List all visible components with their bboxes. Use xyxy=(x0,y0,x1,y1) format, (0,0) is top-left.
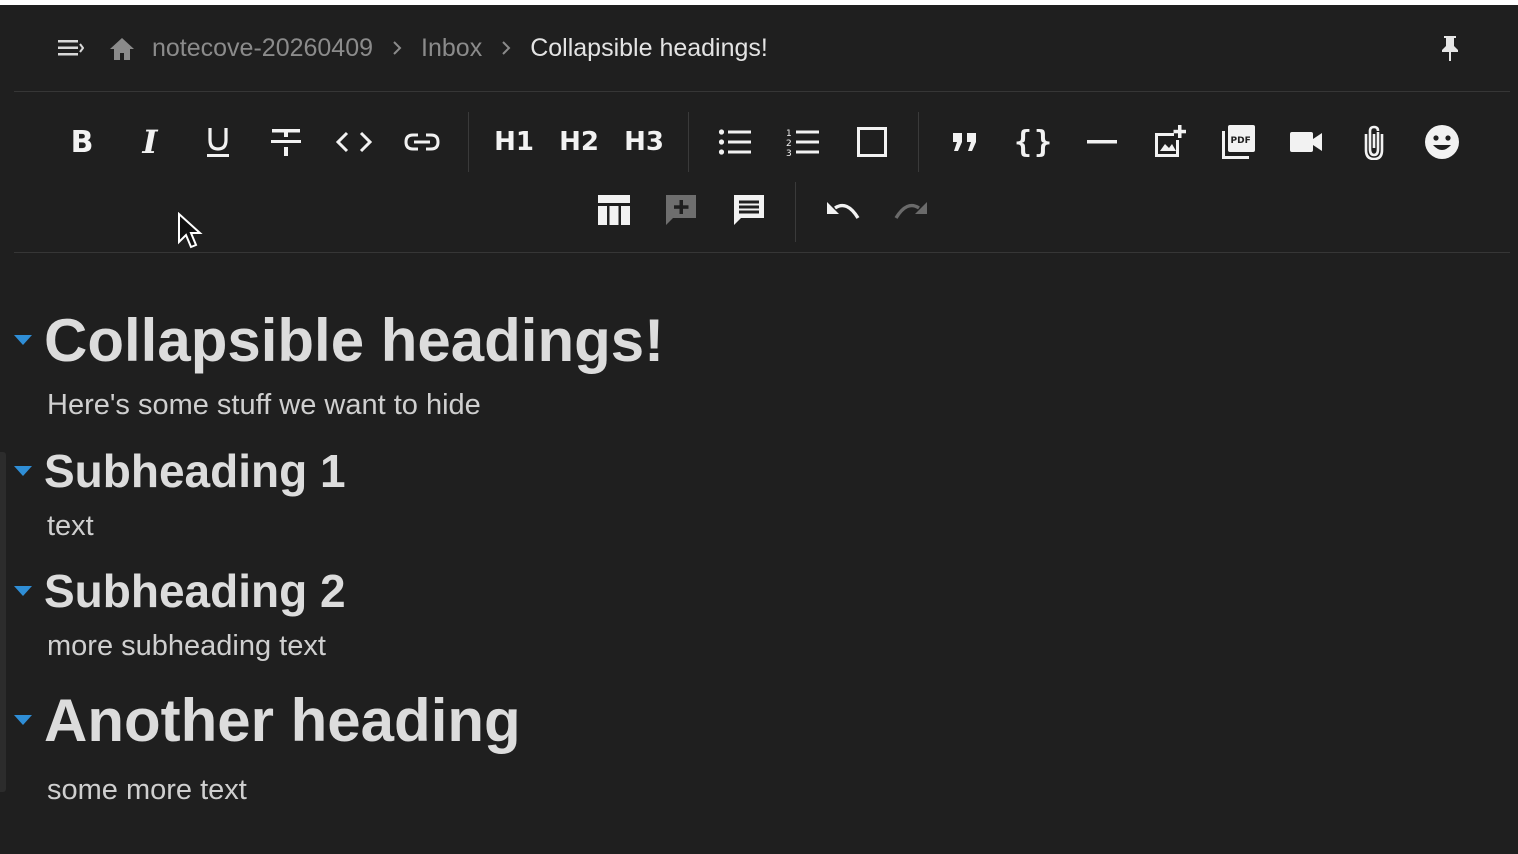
add-comment-icon xyxy=(666,195,696,225)
toolbar-divider xyxy=(795,182,796,242)
numbered-list-button[interactable]: 1 2 3 xyxy=(779,118,827,166)
heading-text: Collapsible headings! xyxy=(44,306,665,374)
heading-2: Subheading 2 xyxy=(14,563,346,619)
heading-text: Subheading 2 xyxy=(44,565,346,617)
mouse-pointer-icon xyxy=(178,212,203,249)
underline-icon xyxy=(207,128,229,157)
home-icon[interactable] xyxy=(108,35,136,63)
paragraph: some more text xyxy=(47,774,247,806)
code-block-icon: {} xyxy=(1013,124,1055,160)
code-icon xyxy=(336,131,372,153)
collapse-toggle-icon[interactable] xyxy=(14,715,32,725)
undo-button[interactable] xyxy=(819,186,867,234)
redo-icon xyxy=(894,202,927,219)
breadcrumb-item-root[interactable]: notecove-20260409 xyxy=(146,34,379,63)
note-editor-window: notecove-20260409 Inbox Collapsible head… xyxy=(0,5,1518,854)
breadcrumb-item-inbox[interactable]: Inbox xyxy=(415,34,488,63)
table-icon xyxy=(598,195,630,225)
bold-button[interactable]: B xyxy=(58,118,106,166)
insert-table-button[interactable] xyxy=(590,186,638,234)
toolbar-divider xyxy=(468,112,469,172)
editor-content[interactable]: Collapsible headings! Here's some stuff … xyxy=(0,253,1518,854)
insert-image-button[interactable] xyxy=(1146,118,1194,166)
video-camera-icon xyxy=(1290,132,1322,152)
inline-code-button[interactable] xyxy=(330,118,378,166)
comments-button[interactable] xyxy=(725,186,773,234)
italic-icon: I xyxy=(142,123,158,161)
heading-text: Subheading 1 xyxy=(44,445,346,497)
svg-text:PDF: PDF xyxy=(1231,136,1251,146)
add-comment-button[interactable] xyxy=(657,186,705,234)
heading3-button[interactable]: H3 xyxy=(619,118,669,166)
collapse-toggle-icon[interactable] xyxy=(14,335,32,345)
horizontal-rule-button[interactable] xyxy=(1078,118,1126,166)
strikethrough-icon xyxy=(271,129,301,156)
emoji-button[interactable] xyxy=(1418,118,1466,166)
link-button[interactable] xyxy=(398,118,446,166)
svg-text:2: 2 xyxy=(786,139,792,149)
heading-1: Another heading xyxy=(14,685,521,755)
heading1-button[interactable]: H1 xyxy=(489,118,539,166)
chevron-right-icon xyxy=(488,40,524,56)
numbered-list-icon: 1 2 3 xyxy=(786,129,819,157)
heading2-button[interactable]: H2 xyxy=(554,118,604,166)
header-bar: notecove-20260409 Inbox Collapsible head… xyxy=(14,5,1510,92)
paperclip-icon xyxy=(1364,125,1384,160)
breadcrumb-item-current: Collapsible headings! xyxy=(530,33,768,62)
task-list-button[interactable] xyxy=(848,118,896,166)
blockquote-button[interactable] xyxy=(941,118,989,166)
undo-icon xyxy=(827,202,860,219)
toolbar-divider xyxy=(918,112,919,172)
underline-button[interactable] xyxy=(194,118,242,166)
heading-text: Another heading xyxy=(44,686,521,754)
paragraph: text xyxy=(47,510,94,542)
paragraph: more subheading text xyxy=(47,630,326,662)
redo-button[interactable] xyxy=(887,186,935,234)
breadcrumb: notecove-20260409 Inbox Collapsible head… xyxy=(146,31,774,65)
add-image-icon xyxy=(1155,125,1186,157)
bullet-list-icon xyxy=(718,129,751,155)
chevron-right-icon xyxy=(379,40,415,56)
paragraph: Here's some stuff we want to hide xyxy=(47,389,481,421)
insert-pdf-button[interactable]: PDF xyxy=(1214,118,1262,166)
svg-text:1: 1 xyxy=(786,129,792,139)
checkbox-icon xyxy=(857,127,887,157)
pdf-icon: PDF xyxy=(1222,125,1255,159)
link-icon xyxy=(404,133,440,151)
smiley-icon xyxy=(1425,125,1459,159)
bold-icon: B xyxy=(70,124,94,160)
quote-icon xyxy=(953,133,976,151)
svg-text:3: 3 xyxy=(786,149,792,157)
code-block-button[interactable]: {} xyxy=(1010,118,1058,166)
heading-2: Subheading 1 xyxy=(14,443,346,499)
collapse-toggle-icon[interactable] xyxy=(14,586,32,596)
pin-icon[interactable] xyxy=(1436,33,1464,63)
horizontal-rule-icon xyxy=(1087,140,1117,144)
insert-video-button[interactable] xyxy=(1282,118,1330,166)
italic-button[interactable]: I xyxy=(126,118,174,166)
menu-icon[interactable] xyxy=(58,35,84,61)
heading-1: Collapsible headings! xyxy=(14,305,664,375)
collapse-toggle-icon[interactable] xyxy=(14,466,32,476)
strikethrough-button[interactable] xyxy=(262,118,310,166)
toolbar-divider xyxy=(688,112,689,172)
attach-file-button[interactable] xyxy=(1350,118,1398,166)
bullet-list-button[interactable] xyxy=(711,118,759,166)
formatting-toolbar: B I H1 H2 H3 1 2 3 {} PDF xyxy=(14,92,1510,253)
comment-icon xyxy=(734,195,764,225)
